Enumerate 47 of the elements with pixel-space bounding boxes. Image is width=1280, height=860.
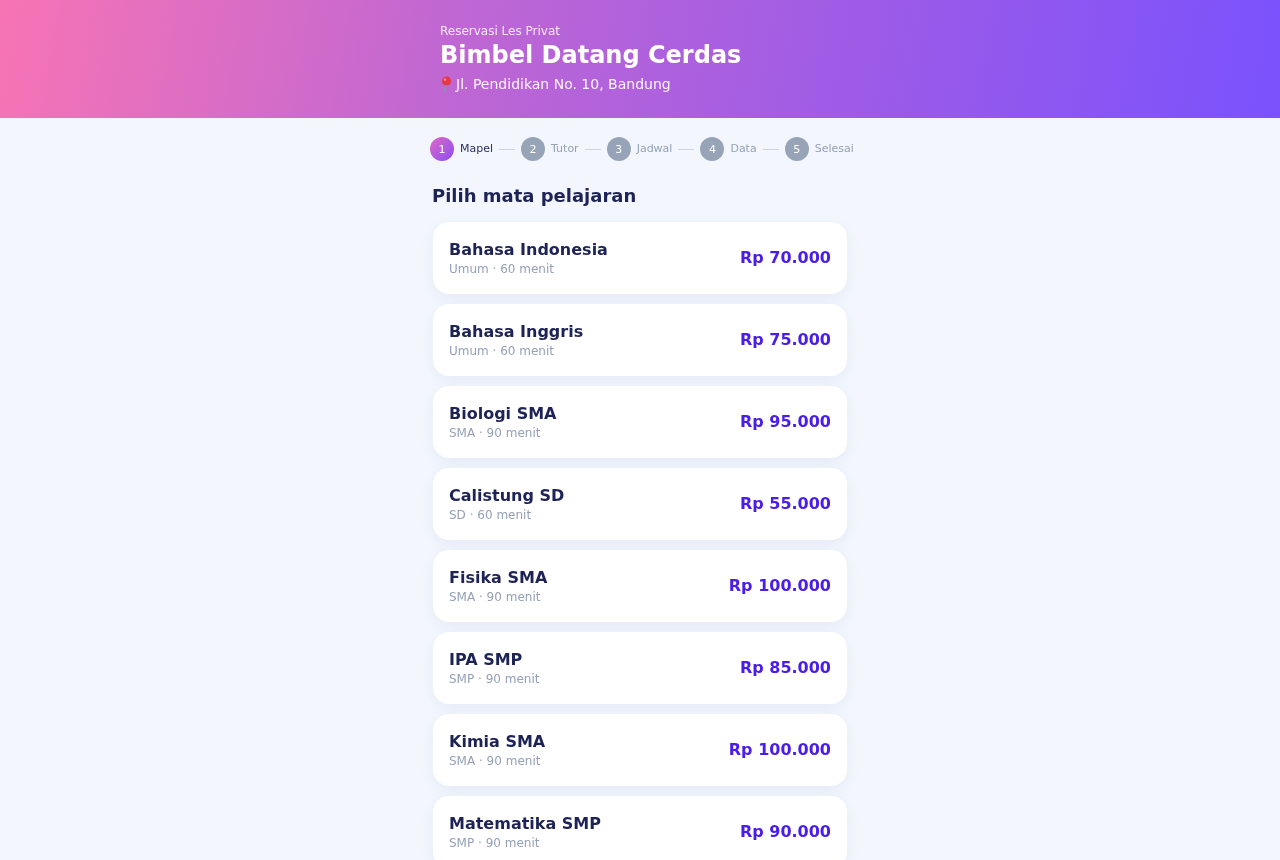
subject-card[interactable]: Kimia SMA SMA · 90 menit Rp 100.000: [433, 714, 847, 786]
subject-price: Rp 85.000: [739, 658, 831, 678]
subject-name: Bahasa Inggris: [449, 321, 584, 342]
subject-price: Rp 100.000: [728, 576, 831, 596]
subject-price: Rp 55.000: [739, 494, 831, 514]
step-number: 3: [606, 137, 631, 161]
step-label: Jadwal: [636, 142, 673, 156]
subject-card[interactable]: Bahasa Indonesia Umum · 60 menit Rp 70.000: [433, 222, 847, 294]
subject-name: IPA SMP: [449, 649, 523, 670]
step-label: Selesai: [814, 142, 854, 156]
subject-name: Matematika SMP: [449, 813, 601, 834]
subject-name: Kimia SMA: [449, 731, 546, 752]
app-title: Bimbel Datang Cerdas: [440, 40, 742, 70]
section-heading: Pilih mata pelajaran: [432, 185, 637, 207]
subject-name: Bahasa Indonesia: [449, 239, 608, 260]
subject-card[interactable]: Biologi SMA SMA · 90 menit Rp 95.000: [433, 386, 847, 458]
step-number: 2: [521, 137, 546, 161]
eyebrow-text: Reservasi Les Privat: [440, 23, 560, 39]
step-number: 1: [430, 137, 454, 161]
subject-card[interactable]: Fisika SMA SMA · 90 menit Rp 100.000: [433, 550, 847, 622]
subject-card[interactable]: Matematika SMP SMP · 90 menit Rp 90.000: [433, 796, 847, 860]
subject-meta: Umum · 60 menit: [449, 342, 554, 359]
step-label: Tutor: [551, 142, 579, 156]
subject-name: Fisika SMA: [449, 567, 548, 588]
subject-meta: SMP · 90 menit: [449, 670, 540, 687]
subject-price: Rp 70.000: [739, 248, 831, 268]
subject-meta: SMA · 90 menit: [449, 752, 541, 769]
step-number: 4: [700, 137, 725, 161]
subject-card[interactable]: IPA SMP SMP · 90 menit Rp 85.000: [433, 632, 847, 704]
subject-meta: SMP · 90 menit: [449, 834, 540, 851]
subject-card[interactable]: Bahasa Inggris Umum · 60 menit Rp 75.000: [433, 304, 847, 376]
subject-meta: SMA · 90 menit: [449, 424, 541, 441]
subject-card[interactable]: Calistung SD SD · 60 menit Rp 55.000: [433, 468, 847, 540]
subject-price: Rp 95.000: [739, 412, 831, 432]
subject-price: Rp 100.000: [728, 740, 831, 760]
subject-meta: Umum · 60 menit: [449, 260, 554, 277]
subject-name: Biologi SMA: [449, 403, 557, 424]
subject-name: Calistung SD: [449, 485, 565, 506]
pin-icon: [440, 76, 452, 92]
step-label: Mapel: [460, 142, 494, 156]
subject-price: Rp 75.000: [739, 330, 831, 350]
subject-meta: SMA · 90 menit: [449, 588, 541, 605]
subject-price: Rp 90.000: [739, 822, 831, 842]
address-text: Jl. Pendidikan No. 10, Bandung: [456, 75, 671, 93]
subject-meta: SD · 60 menit: [449, 506, 532, 523]
step-number: 5: [784, 137, 809, 161]
step-label: Data: [730, 142, 757, 156]
